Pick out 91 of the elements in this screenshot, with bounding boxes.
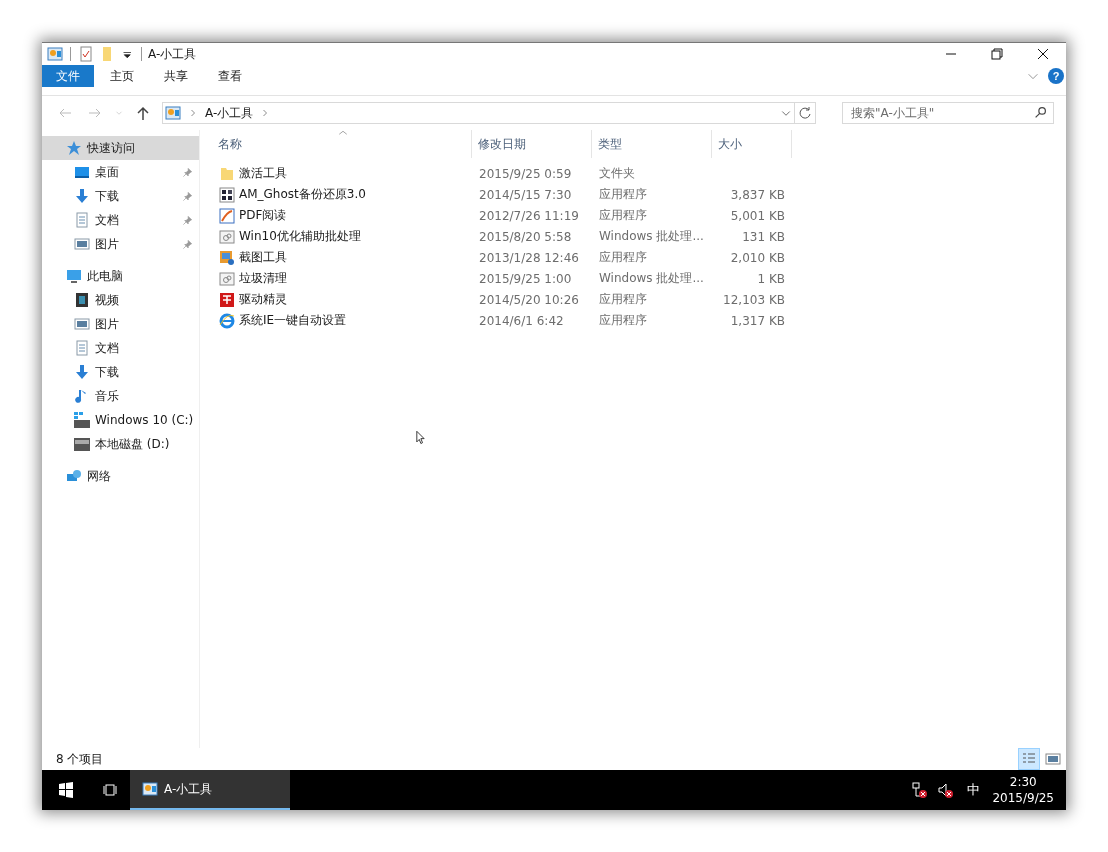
batch-file-icon — [219, 270, 235, 287]
table-cell-text: Windows 批处理... — [598, 270, 705, 287]
table-cell-text: 12,103 KB — [722, 292, 786, 307]
search-field[interactable]: 搜索"A-小工具" — [842, 102, 1054, 124]
table-cell-text: 2013/1/28 12:46 — [478, 250, 580, 265]
document-icon — [74, 340, 90, 356]
sidebar-item[interactable]: 文档 — [42, 336, 199, 360]
desktop-icon — [74, 164, 90, 180]
column-header[interactable]: 修改日期 — [472, 130, 592, 158]
pdf-icon — [219, 207, 235, 224]
table-cell-text: 2015/9/25 1:00 — [478, 271, 573, 286]
table-cell-text: Windows 批处理... — [598, 228, 705, 245]
file-name[interactable]: 截图工具 — [212, 249, 472, 266]
properties-icon[interactable] — [78, 46, 94, 62]
network-icon — [66, 468, 82, 484]
table-cell-text: 1,317 KB — [729, 313, 786, 328]
column-header[interactable]: 名称 — [212, 130, 472, 158]
table-cell-text: 应用程序 — [598, 312, 648, 329]
browser-icon — [219, 312, 235, 329]
refresh-button[interactable] — [795, 102, 816, 124]
sidebar-item[interactable]: 音乐 — [42, 384, 199, 408]
help-button[interactable]: ? — [1048, 68, 1064, 84]
sidebar-item[interactable]: 快速访问 — [42, 136, 199, 160]
file-name[interactable]: 系统IE一键自动设置 — [212, 312, 472, 329]
monitor-icon — [66, 268, 82, 284]
input-method-indicator[interactable]: 中 — [959, 781, 989, 799]
file-name[interactable]: AM_Ghost备份还原3.0 — [212, 186, 472, 203]
sidebar-item[interactable]: 本地磁盘 (D:) — [42, 432, 199, 456]
table-cell-text: 应用程序 — [598, 186, 648, 203]
table-cell-text: 1 KB — [756, 271, 786, 286]
sidebar-item[interactable]: 图片 — [42, 312, 199, 336]
document-icon — [74, 212, 90, 228]
table-cell-text: 2015/8/20 5:58 — [478, 229, 573, 244]
ribbon-tab[interactable]: 查看 — [204, 65, 256, 87]
star-icon — [66, 140, 82, 156]
column-header[interactable]: 类型 — [592, 130, 712, 158]
sidebar-item[interactable]: 网络 — [42, 464, 199, 488]
drive-icon — [74, 436, 90, 452]
table-cell-text: 应用程序 — [598, 207, 648, 224]
file-name[interactable]: 垃圾清理 — [212, 270, 472, 287]
column-header[interactable]: 大小 — [712, 130, 792, 158]
window-title: A-小工具 — [148, 45, 197, 63]
table-cell-text: 文件夹 — [598, 165, 636, 182]
table-cell-text: 2014/5/15 7:30 — [478, 187, 573, 202]
file-name[interactable]: Win10优化辅助批处理 — [212, 228, 472, 245]
app-icon — [219, 186, 235, 203]
taskbar-app[interactable]: A-小工具 — [130, 770, 290, 810]
search-icon[interactable] — [1034, 106, 1047, 119]
ribbon-tab[interactable]: 共享 — [150, 65, 202, 87]
folder-icon — [219, 165, 235, 182]
clock-time[interactable]: 2:30 — [1009, 774, 1037, 790]
sidebar-item[interactable]: 文档 — [42, 208, 199, 232]
table-cell-text: 2012/7/26 11:19 — [478, 208, 580, 223]
ribbon-tab[interactable]: 主页 — [96, 65, 148, 87]
batch-file-icon — [219, 228, 235, 245]
table-cell-text: 2014/6/1 6:42 — [478, 313, 565, 328]
address-bar[interactable]: A-小工具 — [162, 102, 795, 124]
sidebar-item[interactable]: 桌面 — [42, 160, 199, 184]
explorer-icon — [142, 781, 158, 797]
sidebar-item[interactable]: 图片 — [42, 232, 199, 256]
table-cell-text: 5,001 KB — [729, 208, 786, 223]
item-count: 8 个项目 — [56, 750, 104, 768]
clock-date[interactable]: 2015/9/25 — [992, 790, 1054, 806]
table-cell-text: 2,010 KB — [729, 250, 786, 265]
drive-icon — [74, 412, 90, 428]
sidebar-item[interactable]: 下载 — [42, 360, 199, 384]
explorer-icon — [47, 46, 63, 62]
sidebar-item[interactable]: 此电脑 — [42, 264, 199, 288]
explorer-icon — [165, 105, 181, 121]
table-cell-text: 3,837 KB — [729, 187, 786, 202]
table-cell-text: 2015/9/25 0:59 — [478, 166, 573, 181]
down-arrow-icon — [74, 188, 90, 204]
file-name[interactable]: 驱动精灵 — [212, 291, 472, 308]
ribbon-tab[interactable]: 文件 — [42, 65, 94, 87]
table-cell-text: 2014/5/20 10:26 — [478, 292, 580, 307]
file-name[interactable]: PDF阅读 — [212, 207, 472, 224]
details-view-button[interactable] — [1018, 748, 1040, 770]
breadcrumb[interactable]: A-小工具 — [205, 104, 254, 122]
table-cell-text: 131 KB — [741, 229, 786, 244]
table-cell-text: 应用程序 — [598, 249, 648, 266]
picture-icon — [74, 316, 90, 332]
sidebar-item[interactable]: 视频 — [42, 288, 199, 312]
film-icon — [74, 292, 90, 308]
sidebar-item[interactable]: 下载 — [42, 184, 199, 208]
app-icon — [219, 291, 235, 308]
table-cell-text: 应用程序 — [598, 291, 648, 308]
sidebar-item[interactable]: Windows 10 (C:) — [42, 408, 199, 432]
down-arrow-icon — [74, 364, 90, 380]
file-name[interactable]: 激活工具 — [212, 165, 472, 182]
picture-icon — [74, 236, 90, 252]
app-icon — [219, 249, 235, 266]
